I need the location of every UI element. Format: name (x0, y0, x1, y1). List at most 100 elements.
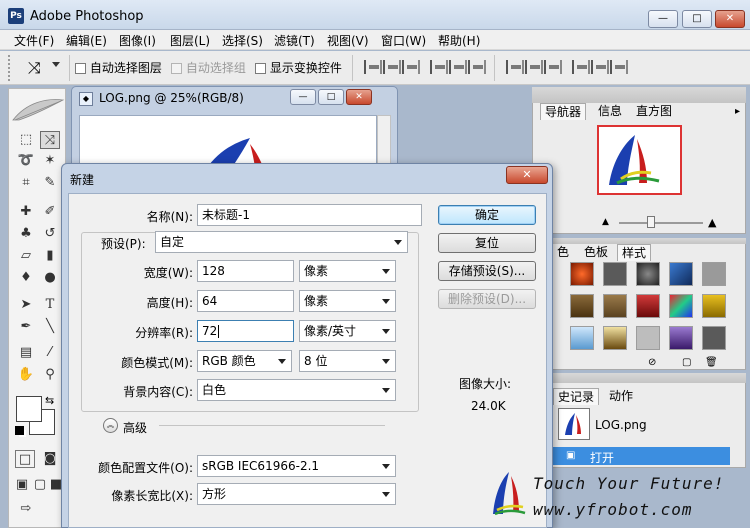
gradient-tool-icon[interactable]: ▮ (40, 247, 60, 265)
distribute-vcenter-icon[interactable] (525, 60, 543, 74)
dodge-tool-icon[interactable]: ● (40, 269, 60, 287)
width-input[interactable]: 128 (197, 260, 294, 282)
style-swatch[interactable] (570, 294, 594, 318)
image-close-button[interactable]: ✕ (346, 89, 372, 105)
menu-layer[interactable]: 图层(L) (170, 32, 210, 49)
menu-filter[interactable]: 滤镜(T) (274, 32, 315, 49)
save-preset-button[interactable]: 存储预设(S)... (438, 261, 536, 281)
zoom-tool-icon[interactable]: ⚲ (40, 366, 60, 384)
color-mode-select[interactable]: RGB 颜色 (197, 350, 292, 372)
screen-mode-standard-icon[interactable]: ▣ (12, 476, 32, 494)
background-select[interactable]: 白色 (197, 379, 396, 401)
magic-wand-icon[interactable]: ✶ (40, 152, 60, 170)
menu-window[interactable]: 窗口(W) (381, 32, 426, 49)
clone-stamp-icon[interactable]: ♣ (16, 225, 36, 243)
options-grip[interactable] (8, 55, 11, 81)
maximize-button[interactable]: □ (682, 10, 712, 28)
eraser-tool-icon[interactable]: ▱ (16, 247, 36, 265)
crop-tool-icon[interactable]: ⌗ (16, 174, 36, 192)
style-swatch[interactable] (636, 262, 660, 286)
move-tool-icon[interactable]: ⤨ (40, 131, 60, 149)
show-transform-option[interactable]: 显示变换控件 (255, 59, 342, 76)
distribute-left-icon[interactable] (572, 60, 590, 74)
show-transform-checkbox[interactable] (255, 63, 266, 74)
style-swatch[interactable] (702, 262, 726, 286)
tab-actions[interactable]: 动作 (605, 388, 637, 405)
history-step-selected[interactable] (550, 447, 730, 465)
preset-select[interactable]: 自定 (155, 231, 408, 253)
menu-view[interactable]: 视图(V) (327, 32, 369, 49)
new-style-icon[interactable]: ▢ (682, 357, 691, 368)
reset-button[interactable]: 复位 (438, 233, 536, 253)
notes-tool-icon[interactable]: ▤ (16, 344, 36, 362)
menu-file[interactable]: 文件(F) (14, 32, 54, 49)
style-swatch[interactable] (702, 294, 726, 318)
healing-brush-icon[interactable]: ✚ (16, 203, 36, 221)
zoom-out-icon[interactable]: ▲ (602, 217, 609, 227)
zoom-in-icon[interactable]: ▲ (708, 216, 716, 229)
line-tool-icon[interactable]: ╲ (40, 318, 60, 336)
distribute-bottom-icon[interactable] (544, 60, 562, 74)
pixel-aspect-select[interactable]: 方形 (197, 483, 396, 505)
standard-mode-icon[interactable]: □ (15, 450, 35, 468)
style-swatch[interactable] (669, 326, 693, 350)
style-swatch[interactable] (603, 326, 627, 350)
menu-image[interactable]: 图像(I) (119, 32, 156, 49)
clear-style-icon[interactable]: ⊘ (648, 357, 656, 368)
style-swatch[interactable] (669, 294, 693, 318)
brush-tool-icon[interactable]: ✐ (40, 203, 60, 221)
navigator-thumbnail[interactable] (597, 125, 682, 195)
distribute-hcenter-icon[interactable] (591, 60, 609, 74)
distribute-right-icon[interactable] (610, 60, 628, 74)
auto-select-layer-option[interactable]: 自动选择图层 (75, 59, 162, 76)
resolution-unit-select[interactable]: 像素/英寸 (299, 320, 396, 342)
default-colors-icon[interactable] (15, 426, 24, 435)
style-swatch[interactable] (702, 326, 726, 350)
slice-tool-icon[interactable]: ✎ (40, 174, 60, 192)
history-snapshot-label[interactable]: LOG.png (595, 418, 647, 432)
align-vcenter-icon[interactable] (383, 60, 401, 74)
align-top-icon[interactable] (364, 60, 382, 74)
tab-styles[interactable]: 样式 (617, 244, 652, 261)
align-bottom-icon[interactable] (402, 60, 420, 74)
tab-navigator[interactable]: 导航器 (540, 103, 587, 120)
marquee-tool-icon[interactable]: ⬚ (16, 131, 36, 149)
style-swatch[interactable] (636, 294, 660, 318)
menu-help[interactable]: 帮助(H) (438, 32, 480, 49)
menu-select[interactable]: 选择(S) (222, 32, 263, 49)
image-minimize-button[interactable]: — (290, 89, 316, 105)
style-swatch[interactable] (603, 262, 627, 286)
style-swatch[interactable] (603, 294, 627, 318)
name-input[interactable]: 未标题-1 (197, 204, 422, 226)
swap-colors-icon[interactable]: ⇆ (45, 394, 54, 407)
history-brush-icon[interactable]: ↺ (40, 225, 60, 243)
history-snapshot-thumb[interactable] (558, 408, 590, 440)
tab-swatches[interactable]: 色板 (580, 244, 612, 261)
panel-menu-icon[interactable]: ▸ (735, 106, 740, 117)
quick-mask-icon[interactable]: ◙ (40, 450, 60, 468)
menu-edit[interactable]: 编辑(E) (66, 32, 107, 49)
tab-histogram[interactable]: 直方图 (632, 103, 676, 120)
chevron-down-icon[interactable] (52, 62, 60, 67)
style-swatch[interactable] (636, 326, 660, 350)
align-left-icon[interactable] (430, 60, 448, 74)
close-button[interactable]: ✕ (715, 10, 745, 28)
minimize-button[interactable]: — (648, 10, 678, 28)
bit-depth-select[interactable]: 8 位 (299, 350, 396, 372)
advanced-toggle-icon[interactable]: ︽ (103, 418, 118, 433)
ok-button[interactable]: 确定 (438, 205, 536, 225)
style-swatch[interactable] (570, 326, 594, 350)
color-profile-select[interactable]: sRGB IEC61966-2.1 (197, 455, 396, 477)
style-swatch[interactable] (570, 262, 594, 286)
foreground-color-swatch[interactable] (16, 396, 42, 422)
jump-to-imageready-icon[interactable]: ⇨ (16, 500, 36, 518)
align-hcenter-icon[interactable] (449, 60, 467, 74)
eyedropper-tool-icon[interactable]: ⁄ (40, 344, 60, 362)
path-select-icon[interactable]: ➤ (16, 296, 36, 314)
zoom-slider-track[interactable] (619, 222, 703, 224)
lasso-tool-icon[interactable]: ➰ (16, 152, 36, 170)
height-unit-select[interactable]: 像素 (299, 290, 396, 312)
move-tool-icon[interactable]: ⤨ (28, 58, 41, 78)
image-maximize-button[interactable]: □ (318, 89, 344, 105)
zoom-slider-thumb[interactable] (647, 216, 655, 228)
